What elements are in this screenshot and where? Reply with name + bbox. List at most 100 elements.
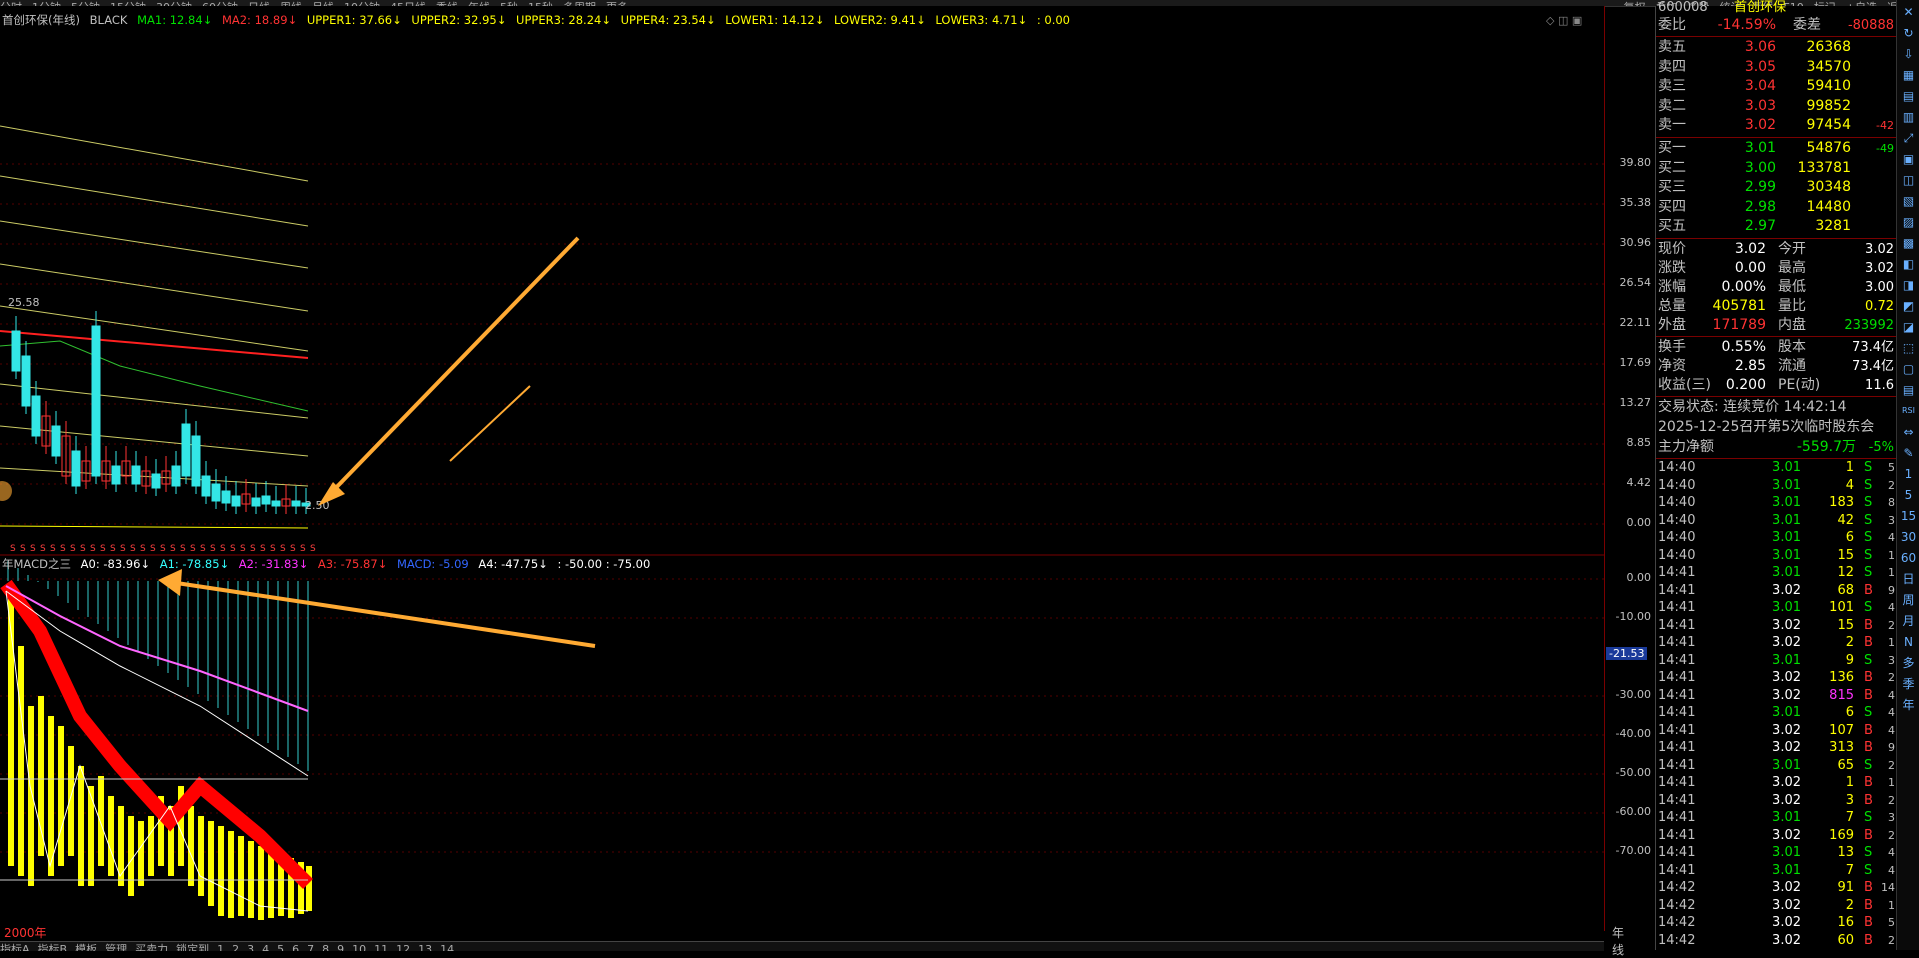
tool-icon[interactable]: ▤ [1900, 381, 1918, 399]
tick-volume: 1 [1845, 460, 1854, 475]
tool-icon[interactable]: ◪ [1900, 318, 1918, 336]
tick-side: B [1864, 670, 1873, 685]
period-icon[interactable]: 5 [1900, 486, 1918, 504]
period-icon[interactable]: 年 [1900, 696, 1918, 714]
macd-tick: -50.00 [1615, 766, 1651, 779]
period-icon[interactable]: 15 [1900, 507, 1918, 525]
bottom-tab-19[interactable]: 14 [440, 944, 454, 951]
handle-icon[interactable] [0, 481, 12, 501]
bottom-tab-12[interactable]: 7 [307, 944, 314, 951]
ask-label: 卖三 [1658, 78, 1686, 94]
bottom-tab-17[interactable]: 12 [396, 944, 410, 951]
period-icon[interactable]: 多 [1900, 654, 1918, 672]
tool-icon[interactable]: RSI [1900, 402, 1918, 420]
tick-side: S [1864, 862, 1873, 878]
tool-icon[interactable]: ✎ [1900, 444, 1918, 462]
tool-icon[interactable]: ▦ [1900, 66, 1918, 84]
signal-marker: S [190, 544, 196, 554]
chart-area[interactable]: 首创环保(年线) BLACK MA1: 12.84↓ MA2: 18.89↓ U… [0, 6, 1624, 957]
tool-icon[interactable]: ◨ [1900, 276, 1918, 294]
tick-time: 14:41 [1658, 670, 1696, 685]
side-icon-strip[interactable]: ✕ ↻ ⇩ ▦ ▤ ▥ ⤢ ▣ ◫ ▧ ▨ ▩ ◧ ◨ ◩ ◪ ⬚ ▢ ▤ RSI ⇔ ✎ 1 5 15 30 60 日周月 N 多季年 [1896, 0, 1919, 950]
bid-price: 2.99 [1744, 179, 1776, 195]
stat-value: 0.72 [1865, 299, 1894, 314]
bottom-tab-8[interactable]: 3 [247, 944, 254, 951]
candlestick-chart[interactable]: 25.582.50S S S S S S S S S S S S S S S S S S S S S S S S S S S S S S S [0, 6, 1604, 941]
tick-row: 14:41 3.02 1 B 1 [1656, 774, 1896, 792]
tool-icon[interactable]: ✕ [1900, 3, 1918, 21]
tool-icon[interactable]: ▤ [1900, 87, 1918, 105]
tool-icon[interactable]: ▢ [1900, 360, 1918, 378]
tick-price: 3.01 [1772, 862, 1801, 878]
tool-icon[interactable]: ◫ [1900, 171, 1918, 189]
tick-count: 8 [1888, 496, 1895, 509]
tool-icon[interactable]: ↻ [1900, 24, 1918, 42]
tick-count: 2 [1888, 618, 1895, 632]
period-icon[interactable]: N [1900, 633, 1918, 651]
bottom-tab-2[interactable]: 模板 [75, 944, 97, 951]
tool-icon[interactable]: ▥ [1900, 108, 1918, 126]
stat-value: 73.4亿 [1852, 359, 1894, 374]
bottom-tab-13[interactable]: 8 [322, 944, 329, 951]
period-icon[interactable]: 30 [1900, 528, 1918, 546]
candle-body [91, 325, 101, 477]
notice-text: 2025-12-25召开第5次临时股东会 [1658, 419, 1875, 435]
tool-icon[interactable]: ◩ [1900, 297, 1918, 315]
bottom-tab-6[interactable]: 1 [217, 944, 224, 951]
tick-price: 3.01 [1772, 547, 1801, 563]
stat-label: 流通 [1778, 358, 1806, 374]
macd-tick: -40.00 [1615, 727, 1651, 740]
bottom-tab-5[interactable]: 锁定到 [176, 944, 209, 951]
annotation-arrow [169, 580, 596, 648]
period-icon[interactable]: 1 [1900, 465, 1918, 483]
macd-hist [188, 806, 194, 886]
tick-row: 14:41 3.01 7 S 4 [1656, 862, 1896, 880]
tick-price: 3.01 [1772, 600, 1801, 615]
signal-marker: S [130, 544, 136, 554]
period-icon[interactable]: 周 [1900, 591, 1918, 609]
band-line [0, 175, 309, 227]
bottom-tab-15[interactable]: 10 [352, 944, 366, 951]
stat-row: 总量 405781 量比 0.72 [1656, 297, 1896, 316]
window-controls[interactable]: ◇ ◫ ▣ [1546, 14, 1582, 27]
main-flow-value: -559.7万 [1796, 439, 1856, 455]
period-icon[interactable]: 日 [1900, 570, 1918, 588]
bottom-tab-0[interactable]: 指标A [0, 944, 30, 951]
bottom-tab-16[interactable]: 11 [374, 944, 388, 951]
tool-icon[interactable]: ⇔ [1900, 423, 1918, 441]
tool-icon[interactable]: ▣ [1900, 150, 1918, 168]
bid-change: -49 [1876, 142, 1894, 155]
tick-count: 5 [1888, 916, 1895, 929]
bottom-tab-18[interactable]: 13 [418, 944, 432, 951]
bottom-tab-14[interactable]: 9 [337, 944, 344, 951]
bottom-tab-7[interactable]: 2 [232, 944, 239, 951]
period-icon[interactable]: 60 [1900, 549, 1918, 567]
bid-volume: 54876 [1806, 140, 1851, 156]
bottom-tab-9[interactable]: 4 [262, 944, 269, 951]
tick-count: 4 [1888, 846, 1895, 859]
tick-side: B [1864, 582, 1873, 598]
tick-price: 3.02 [1772, 687, 1801, 703]
price-axis: 39.80 35.38 30.96 26.54 22.11 17.69 13.27 8.85 4… [1604, 6, 1655, 931]
candle-body [231, 495, 241, 507]
period-icon[interactable]: 季 [1900, 675, 1918, 693]
signal-marker: S [230, 544, 236, 554]
bottom-tab-10[interactable]: 5 [277, 944, 284, 951]
signal-marker: S [170, 544, 176, 554]
bid-row: 买二 3.00 133781 [1656, 159, 1896, 178]
tool-icon[interactable]: ◧ [1900, 255, 1918, 273]
tool-icon[interactable]: ▩ [1900, 234, 1918, 252]
bottom-tab-3[interactable]: 管理 [105, 944, 127, 951]
bottom-tab-1[interactable]: 指标B [38, 944, 68, 951]
tool-icon[interactable]: ▧ [1900, 192, 1918, 210]
bottom-tab-11[interactable]: 6 [292, 944, 299, 951]
signal-marker: S [150, 544, 156, 554]
tool-icon[interactable]: ⇩ [1900, 45, 1918, 63]
tick-time: 14:40 [1658, 530, 1696, 545]
tick-side: B [1864, 880, 1873, 895]
tool-icon[interactable]: ⤢ [1900, 129, 1918, 147]
tool-icon[interactable]: ▨ [1900, 213, 1918, 231]
tool-icon[interactable]: ⬚ [1900, 339, 1918, 357]
bottom-tab-4[interactable]: 买卖力 [135, 944, 168, 951]
period-icon[interactable]: 月 [1900, 612, 1918, 630]
